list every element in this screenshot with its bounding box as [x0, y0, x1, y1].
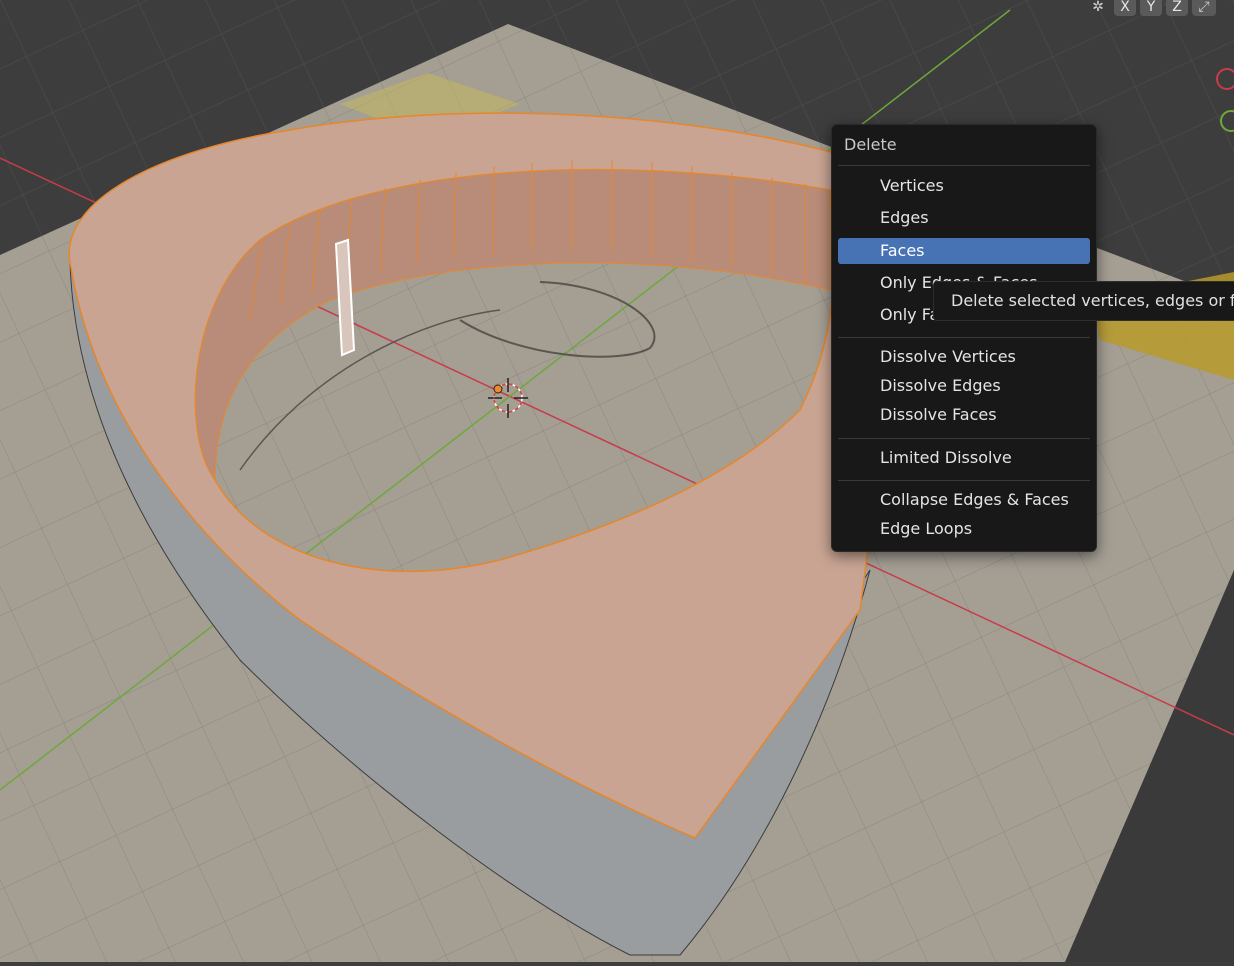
x-gizmo-icon[interactable]	[1216, 68, 1234, 90]
menu-item-label: Faces	[880, 241, 925, 260]
menu-separator	[838, 480, 1090, 481]
menu-item-limited-dissolve[interactable]: Limited Dissolve	[838, 445, 1090, 471]
tooltip: Delete selected vertices, edges or faces	[933, 281, 1234, 321]
object-origin	[493, 384, 503, 394]
pivot-icon[interactable]: ✲	[1086, 0, 1110, 16]
menu-item-label: Dissolve Edges	[880, 376, 1001, 395]
menu-item-label: Limited Dissolve	[880, 448, 1012, 467]
fullscreen-icon[interactable]: ⤢	[1192, 0, 1216, 16]
menu-item-label: Collapse Edges & Faces	[880, 490, 1069, 509]
axis-toggle-bar: ✲ X Y Z ⤢	[1086, 0, 1216, 16]
menu-item-dissolve-vertices[interactable]: Dissolve Vertices	[838, 344, 1090, 370]
delete-context-menu: Delete Vertices Edges Faces Only Edges &…	[831, 124, 1097, 552]
axis-z-button[interactable]: Z	[1166, 0, 1188, 16]
menu-item-label: Dissolve Faces	[880, 405, 997, 424]
menu-item-label: Edge Loops	[880, 519, 973, 538]
menu-item-dissolve-edges[interactable]: Dissolve Edges	[838, 373, 1090, 399]
axis-x-button[interactable]: X	[1114, 0, 1136, 16]
menu-item-edges[interactable]: Edges	[838, 205, 1090, 231]
menu-title: Delete	[844, 135, 897, 154]
menu-item-edge-loops[interactable]: Edge Loops	[838, 516, 1090, 542]
menu-separator	[838, 337, 1090, 338]
menu-item-dissolve-faces[interactable]: Dissolve Faces	[838, 402, 1090, 428]
axis-y-button[interactable]: Y	[1140, 0, 1162, 16]
menu-item-vertices[interactable]: Vertices	[838, 173, 1090, 199]
menu-separator	[838, 438, 1090, 439]
menu-separator	[838, 165, 1090, 166]
menu-item-label: Edges	[880, 208, 929, 227]
menu-item-faces[interactable]: Faces	[838, 238, 1090, 264]
tooltip-text: Delete selected vertices, edges or faces	[951, 291, 1234, 310]
menu-item-label: Vertices	[880, 176, 944, 195]
menu-item-collapse-edges-faces[interactable]: Collapse Edges & Faces	[838, 487, 1090, 513]
menu-item-label: Dissolve Vertices	[880, 347, 1016, 366]
